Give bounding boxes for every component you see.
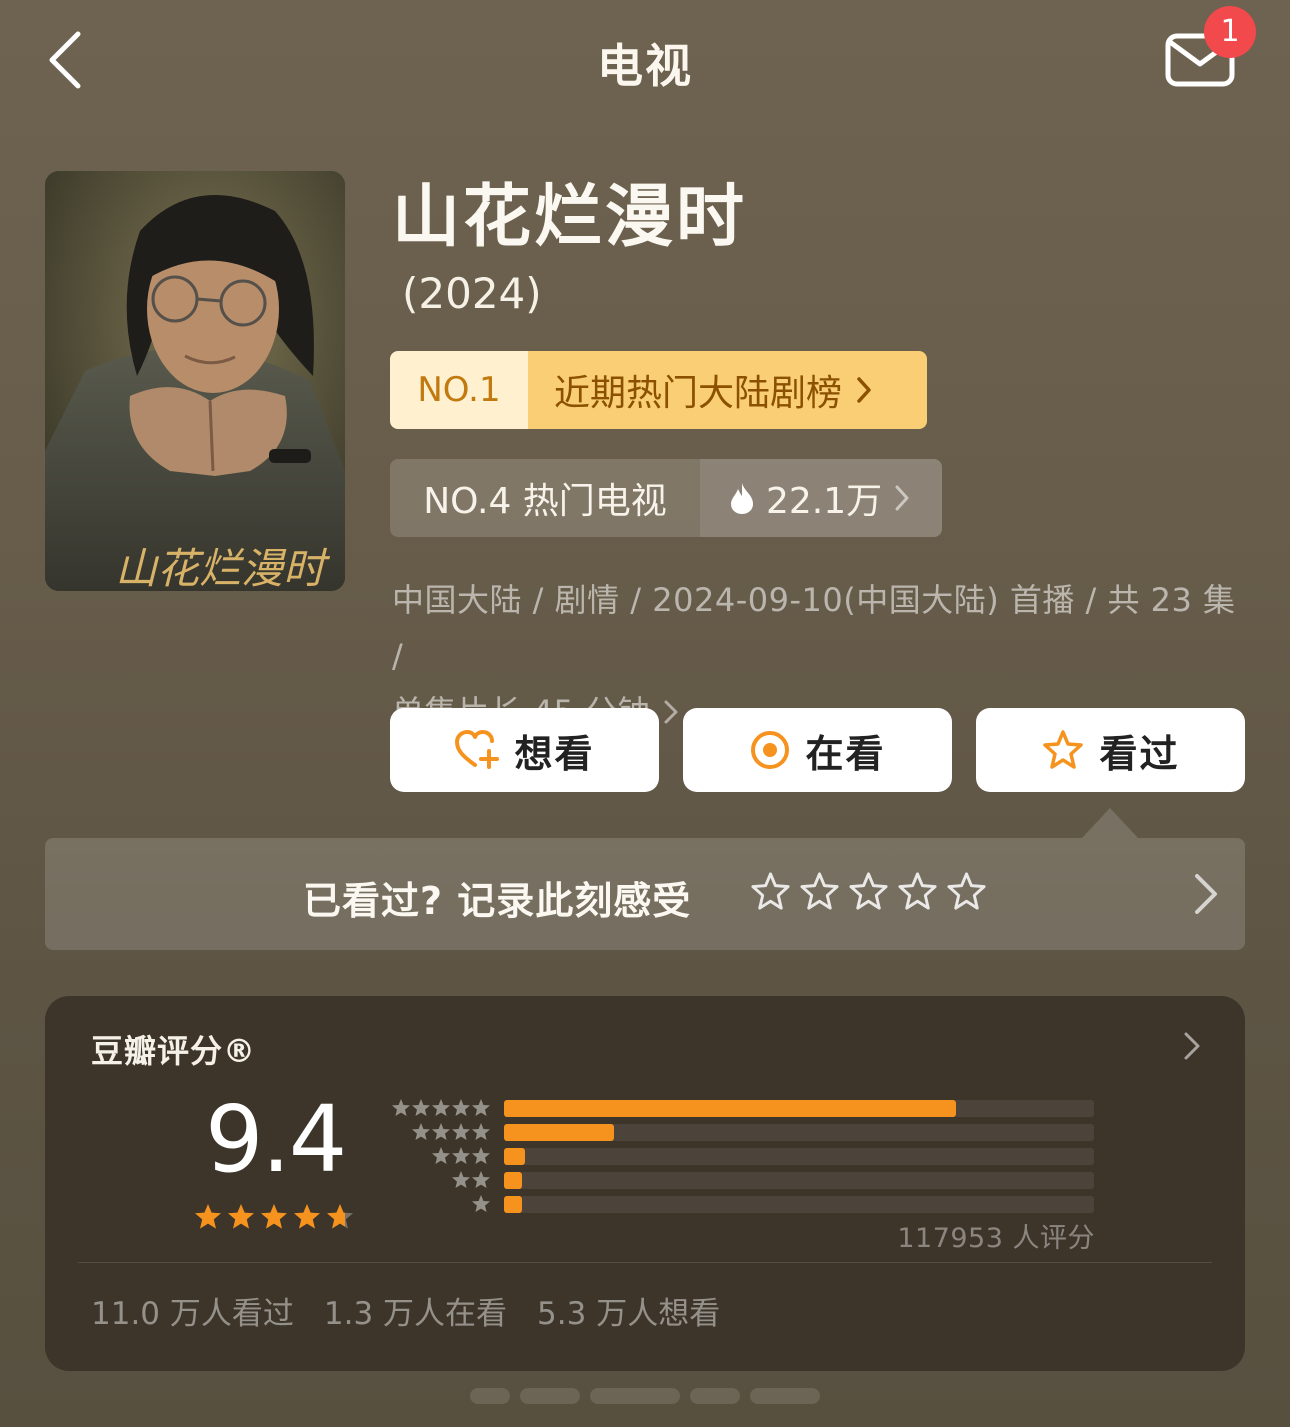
page-indicator [470, 1388, 830, 1412]
heart-plus-icon [455, 730, 500, 769]
star-icon[interactable] [847, 870, 890, 913]
bar-track [504, 1195, 1094, 1213]
rating-card: 豆瓣评分® 9.4 117953 人评分 11.0 万人看过 1.3 万人在看 … [45, 996, 1245, 1371]
wish-button[interactable]: 想看 [390, 708, 659, 792]
star-icon [327, 1204, 353, 1229]
heat-value: 22.1万 [766, 481, 883, 522]
star-icon[interactable] [896, 870, 939, 913]
rank-number: NO.1 [390, 351, 528, 429]
poster-image[interactable]: 山花烂漫时 [45, 171, 345, 591]
chevron-right-icon [857, 377, 871, 403]
doing-button[interactable]: 在看 [683, 708, 952, 792]
star-icon [472, 1195, 490, 1212]
record-prompt: 已看过? 记录此刻感受 [303, 879, 692, 923]
star-icon [432, 1123, 450, 1140]
row-stars [383, 1098, 491, 1118]
stat-wish[interactable]: 5.3 万人想看 [537, 1288, 720, 1333]
star-icon[interactable] [945, 870, 988, 913]
rating-title: 豆瓣评分® [91, 1032, 257, 1070]
star-icon [412, 1099, 430, 1116]
chevron-right-icon [664, 700, 678, 724]
rank-number-secondary: NO.4 热门电视 [390, 459, 700, 537]
rating-distribution-row [383, 1170, 1094, 1190]
star-icon [392, 1099, 410, 1116]
rank-label-text: 近期热门大陆剧榜 [554, 373, 843, 414]
star-icon[interactable] [798, 870, 841, 913]
rank-badge-primary[interactable]: NO.1 近期热门大陆剧榜 [390, 351, 927, 429]
rank-label: 近期热门大陆剧榜 [528, 351, 927, 429]
star-icon [452, 1123, 470, 1140]
divider [78, 1262, 1212, 1263]
bar-track [504, 1171, 1094, 1189]
chevron-right-icon[interactable] [1181, 1030, 1203, 1062]
bar-fill [504, 1171, 522, 1189]
fire-icon [731, 483, 753, 514]
rank-badge-secondary[interactable]: NO.4 热门电视 22.1万 [390, 459, 942, 537]
rating-stars-input[interactable] [749, 870, 988, 913]
star-icon [472, 1123, 490, 1140]
star-icon [1043, 730, 1084, 769]
row-stars [383, 1122, 491, 1142]
subject-year: (2024) [402, 269, 542, 318]
rating-distribution-row [383, 1098, 1094, 1118]
bar-track [504, 1147, 1094, 1165]
done-button[interactable]: 看过 [976, 708, 1245, 792]
heat-index: 22.1万 [700, 459, 942, 537]
star-icon [228, 1204, 254, 1229]
bar-fill [504, 1147, 526, 1165]
page-title: 电视 [597, 39, 693, 93]
rating-distribution-row [383, 1146, 1094, 1166]
star-icon [432, 1147, 450, 1164]
star-icon [412, 1123, 430, 1140]
target-icon [751, 731, 790, 769]
star-icon [452, 1171, 470, 1188]
record-feeling-panel[interactable]: 已看过? 记录此刻感受 [45, 838, 1245, 950]
row-stars [383, 1146, 491, 1166]
star-icon [294, 1204, 320, 1229]
row-stars [383, 1194, 491, 1214]
bar-track [504, 1099, 1094, 1117]
star-icon [472, 1171, 490, 1188]
star-icon [261, 1204, 287, 1229]
stat-watched[interactable]: 11.0 万人看过 [91, 1288, 294, 1333]
bar-fill [504, 1195, 522, 1213]
score-stars [193, 1202, 355, 1232]
doing-label: 在看 [805, 731, 886, 776]
bar-fill [504, 1123, 615, 1141]
star-icon[interactable] [749, 870, 792, 913]
chevron-right-icon [895, 485, 909, 511]
star-icon [472, 1147, 490, 1164]
notification-badge: 1 [1204, 6, 1256, 58]
subject-title: 山花烂漫时 [392, 178, 748, 257]
meta-line-1: 中国大陆 / 剧情 / 2024-09-10(中国大陆) 首播 / 共 23 集… [392, 581, 1236, 675]
rating-distribution-row [383, 1122, 1094, 1142]
record-pointer [1082, 808, 1138, 838]
star-icon [452, 1147, 470, 1164]
bar-fill [504, 1099, 956, 1117]
star-icon [452, 1099, 470, 1116]
rating-distribution-row [383, 1194, 1094, 1214]
audience-stats: 11.0 万人看过 1.3 万人在看 5.3 万人想看 [91, 1288, 720, 1333]
star-icon [432, 1099, 450, 1116]
rating-count: 117953 人评分 [897, 1223, 1095, 1254]
poster-caption: 山花烂漫时 [115, 544, 331, 591]
star-icon [472, 1099, 490, 1116]
rating-score: 9.4 [205, 1086, 347, 1193]
row-stars [383, 1170, 491, 1190]
bar-track [504, 1123, 1094, 1141]
wish-label: 想看 [514, 731, 595, 776]
stat-watching[interactable]: 1.3 万人在看 [324, 1288, 507, 1333]
done-label: 看过 [1099, 731, 1180, 776]
chevron-right-icon [1195, 874, 1217, 914]
star-icon [195, 1204, 221, 1229]
